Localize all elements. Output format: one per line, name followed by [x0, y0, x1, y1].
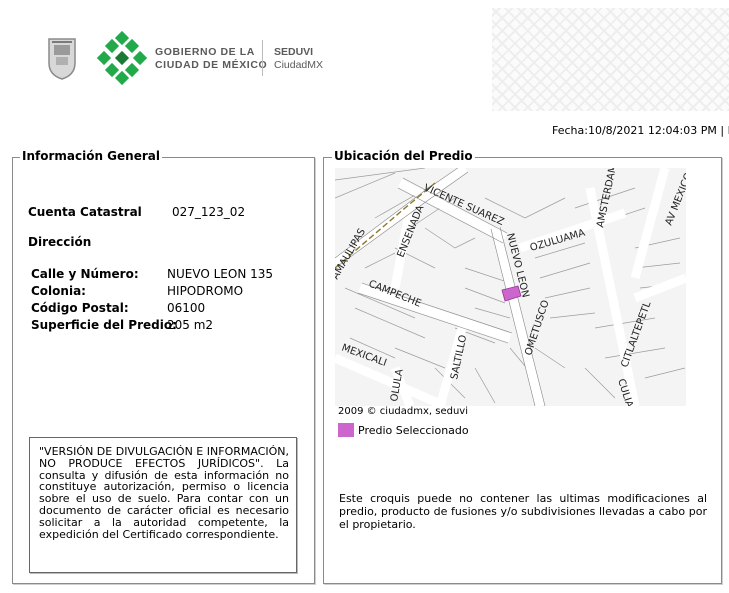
seduvi-label: SEDUVI	[274, 46, 314, 58]
header-pattern	[492, 8, 729, 111]
cdmx-shield-icon	[48, 38, 76, 80]
direccion-label: Dirección	[28, 235, 92, 249]
colonia-label: Colonia:	[31, 284, 86, 298]
location-map[interactable]: VICENTE SUAREZ AMAULIPAS ENSENADA NUEVO …	[335, 168, 686, 406]
map-copyright: 2009 © ciudadmx, seduvi	[338, 406, 469, 417]
gobierno-title: GOBIERNO DE LA CIUDAD DE MÉXICO	[155, 46, 267, 72]
calle-value: NUEVO LEON 135	[167, 267, 274, 281]
cuenta-catastral-label: Cuenta Catastral	[28, 205, 142, 219]
superficie-label: Superficie del Predio:	[31, 318, 177, 332]
disclaimer-text: "VERSIÓN DE DIVULGACIÓN E INFORMACIÓN, N…	[39, 445, 289, 541]
disclaimer-box: "VERSIÓN DE DIVULGACIÓN E INFORMACIÓN, N…	[29, 437, 297, 573]
seduvi-title: SEDUVI CiudadMX	[274, 46, 323, 72]
colonia-value: HIPODROMO	[167, 284, 244, 298]
fecha-text: Fecha:10/8/2021 12:04:03 PM | In	[552, 124, 729, 137]
croquis-note: Este croquis puede no contener las ultim…	[339, 492, 707, 531]
gobierno-line1: GOBIERNO DE LA	[155, 46, 255, 58]
superficie-value: 205 m2	[167, 318, 214, 332]
calle-label: Calle y Número:	[31, 267, 139, 281]
gobierno-line2: CIUDAD DE MÉXICO	[155, 59, 268, 71]
seduvi-sub: CiudadMX	[274, 59, 324, 71]
gobierno-cdmx-logo-icon	[97, 31, 147, 85]
cuenta-catastral-value: 027_123_02	[172, 205, 246, 219]
ubicacion-legend: Ubicación del Predio	[332, 149, 475, 163]
codigo-postal-label: Código Postal:	[31, 301, 129, 315]
header-divider	[262, 40, 263, 76]
info-general-legend: Información General	[20, 149, 162, 163]
codigo-postal-value: 06100	[167, 301, 206, 315]
predio-legend-swatch	[338, 423, 354, 437]
predio-legend-label: Predio Seleccionado	[358, 424, 469, 437]
